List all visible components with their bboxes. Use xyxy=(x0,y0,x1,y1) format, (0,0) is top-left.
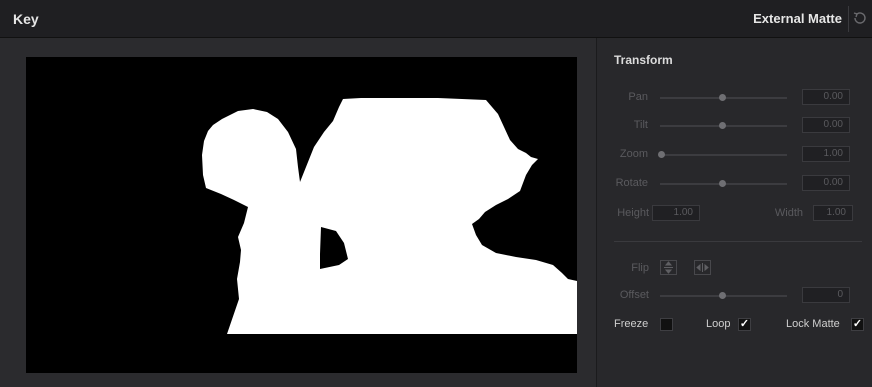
pan-slider-handle[interactable] xyxy=(719,94,726,101)
zoom-slider-handle[interactable] xyxy=(658,151,665,158)
transform-title: Transform xyxy=(614,53,673,67)
zoom-label: Zoom xyxy=(619,148,648,160)
pan-label: Pan xyxy=(628,91,648,103)
pan-value-field[interactable]: 0.00 xyxy=(802,89,850,105)
offset-value-field[interactable]: 0 xyxy=(802,287,850,303)
reset-icon[interactable] xyxy=(852,10,868,26)
lock-matte-checkbox[interactable]: ✓ xyxy=(851,318,864,331)
matte-mode-label[interactable]: External Matte xyxy=(753,11,842,26)
tilt-slider-handle[interactable] xyxy=(719,122,726,129)
key-panel-header: Key External Matte xyxy=(0,0,872,38)
loop-label: Loop xyxy=(706,318,731,330)
header-divider xyxy=(848,6,849,32)
height-value-field[interactable]: 1.00 xyxy=(652,205,700,221)
panel-title: Key xyxy=(13,11,39,27)
flip-horizontal-icon[interactable] xyxy=(694,260,711,275)
freeze-checkbox[interactable] xyxy=(660,318,673,331)
zoom-value-field[interactable]: 1.00 xyxy=(802,146,850,162)
offset-label: Offset xyxy=(619,289,649,301)
offset-slider-handle[interactable] xyxy=(719,292,726,299)
height-label: Height xyxy=(617,207,649,219)
rotate-slider-handle[interactable] xyxy=(719,180,726,187)
width-label: Width xyxy=(774,207,803,219)
tilt-value-field[interactable]: 0.00 xyxy=(802,117,850,133)
rotate-label: Rotate xyxy=(615,177,648,189)
matte-silhouette xyxy=(202,98,577,334)
transform-panel: Transform Pan 0.00 Tilt 0.00 Zoom 1.00 R… xyxy=(597,38,872,387)
loop-checkbox[interactable]: ✓ xyxy=(738,318,751,331)
flip-vertical-icon[interactable] xyxy=(660,260,677,275)
width-value-field[interactable]: 1.00 xyxy=(813,205,853,221)
flip-label: Flip xyxy=(631,262,649,274)
matte-viewer xyxy=(0,38,596,387)
section-divider xyxy=(614,241,862,242)
tilt-label: Tilt xyxy=(633,119,648,131)
freeze-label: Freeze xyxy=(614,318,649,330)
lock-matte-label: Lock Matte xyxy=(786,318,840,330)
matte-preview xyxy=(26,57,577,373)
rotate-value-field[interactable]: 0.00 xyxy=(802,175,850,191)
zoom-slider[interactable] xyxy=(660,154,787,156)
